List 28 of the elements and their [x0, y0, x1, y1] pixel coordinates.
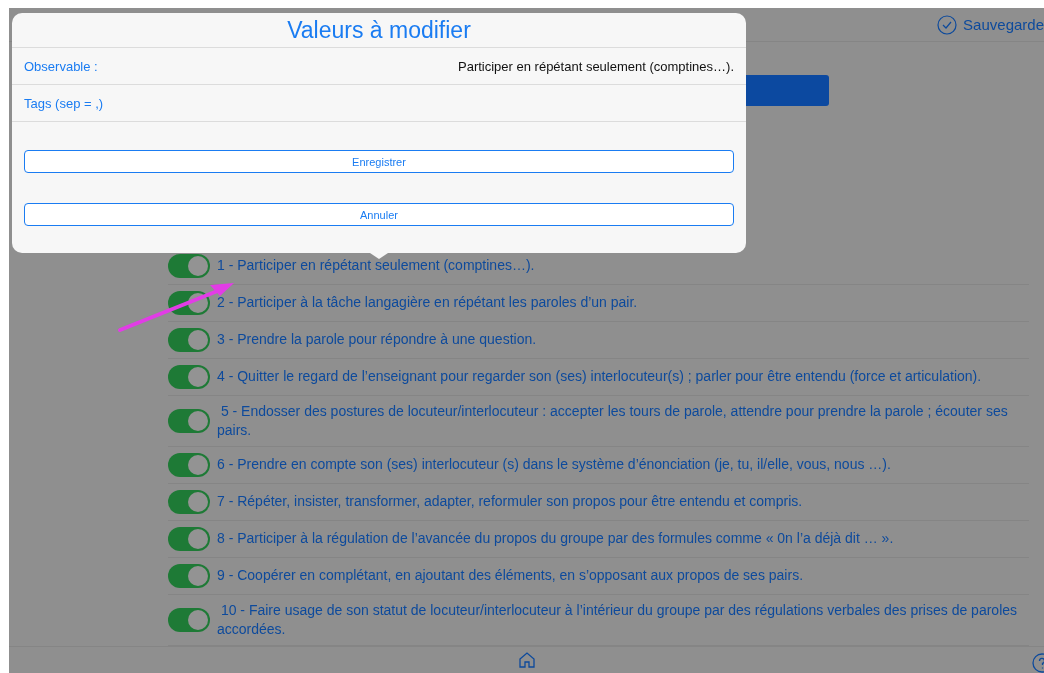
checkmark-icon [937, 14, 958, 35]
field-label: Tags (sep = ,) [24, 95, 104, 111]
observable-label: 5 - Endosser des postures de locuteur/interlocuteur : accepter les tours de parole, attendre pour prendre la parole ; écouter ses pairs. [216, 401, 1009, 440]
observable-label: 9 - Coopérer en complétant, en ajoutant des éléments, en s’opposant aux propos de ses pairs. [216, 566, 804, 586]
dialog-title: Valeurs à modifier [12, 13, 746, 48]
toggle-switch[interactable] [168, 607, 210, 632]
dialog-button[interactable]: Annuler [24, 203, 734, 226]
toggle-switch[interactable] [168, 253, 210, 278]
observable-label: 7 - Répéter, insister, transformer, adapter, reformuler son propos pour être entendu et compris. [216, 492, 803, 512]
help-icon[interactable] [1032, 652, 1044, 673]
toggle-switch[interactable] [168, 452, 210, 477]
toggle-switch[interactable] [168, 526, 210, 551]
observable-label: 4 - Quitter le regard de l’enseignant pour regarder son (ses) interlocuteur(s) ; parler pour être entendu (force et articulation). [216, 367, 982, 387]
observable-label: 3 - Prendre la parole pour répondre à une question. [216, 330, 537, 350]
dialog-button[interactable]: Enregistrer [24, 150, 734, 173]
observable-label: 2 - Participer à la tâche langagière en répétant les paroles d’un pair. [216, 293, 638, 313]
observable-label: 8 - Participer à la régulation de l’avancée du propos du groupe par des formules comme « 0n l’a déjà dit … ». [216, 529, 894, 549]
input-field[interactable]: Participer en répétant seulement (comptines…). [314, 58, 734, 74]
toggle-switch[interactable] [168, 489, 210, 514]
save-button[interactable]: Sauvegarde [937, 14, 1044, 35]
field-label: Observable : [24, 58, 98, 74]
observable-label: 10 - Faire usage de son statut de locuteur/interlocuteur à l’intérieur du groupe par des régulations verbales des prises de paroles accordées. [216, 600, 1019, 639]
toggle-switch[interactable] [168, 408, 210, 433]
observable-label: 6 - Prendre en compte son (ses) interlocuteur (s) dans le système d’énonciation (je, tu, il/elle, vous, nous …). [216, 455, 891, 475]
toggle-switch[interactable] [168, 563, 210, 588]
toggle-switch[interactable] [168, 364, 210, 389]
toggle-switch[interactable] [168, 327, 210, 352]
observable-label: 1 - Participer en répétant seulement (comptines…). [216, 256, 535, 276]
